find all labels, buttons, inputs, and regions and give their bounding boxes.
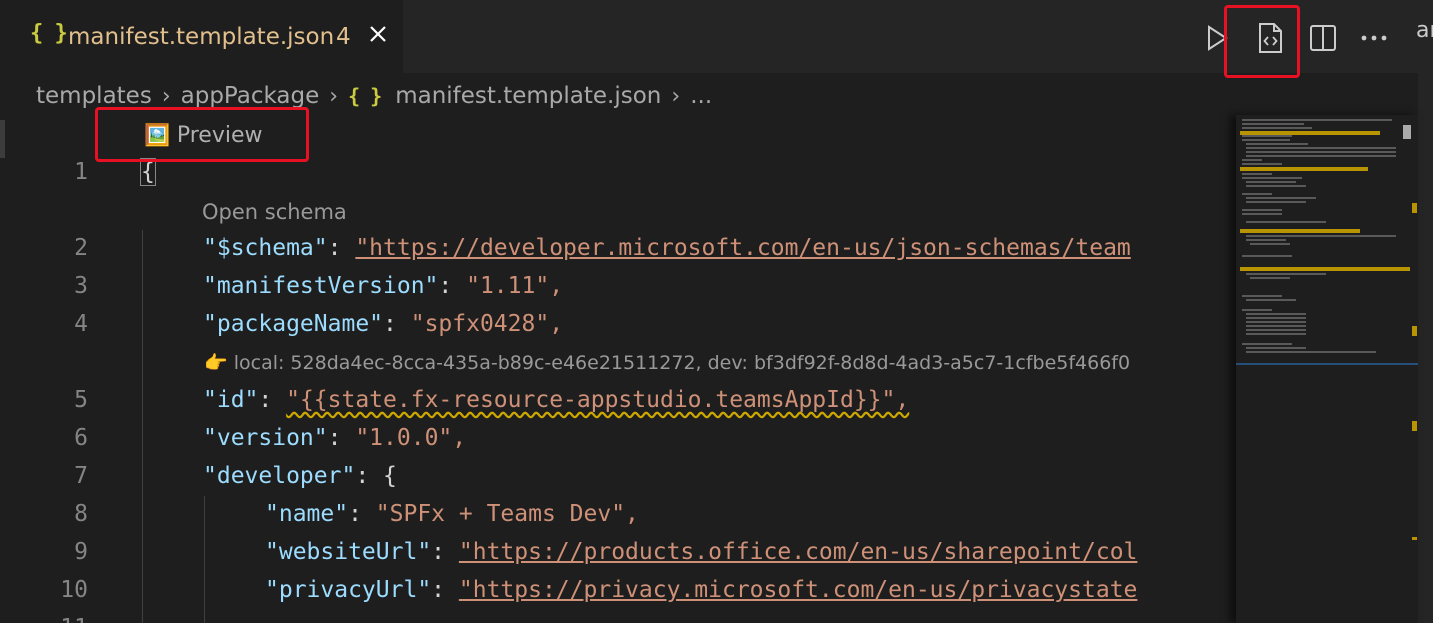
line-number: 5 [74, 387, 88, 413]
json-file-icon: { } [348, 84, 382, 108]
minimap-viewport-line [1236, 363, 1418, 365]
adjacent-panel-edge: an [1416, 0, 1433, 623]
open-brace: { [140, 158, 156, 186]
json-key: "name" [265, 501, 349, 527]
json-string-warning: "{{state.fx-resource-appstudio.teamsAppI… [286, 387, 910, 413]
json-key: "developer" [203, 463, 356, 489]
code-line: 7 "developer": { [0, 459, 1236, 497]
line-number: 6 [74, 425, 88, 451]
split-editor-icon[interactable] [1305, 20, 1341, 56]
minimap-warning-marker [1412, 421, 1417, 431]
tab-manifest-template-json[interactable]: { } manifest.template.json 4 [0, 0, 403, 73]
breadcrumb-item-templates[interactable]: templates [36, 83, 152, 109]
json-string: "spfx0428", [410, 311, 564, 337]
code-line: 10 "privacyUrl": "https://privacy.micros… [0, 573, 1236, 611]
tab-bar: { } manifest.template.json 4 [0, 0, 1433, 73]
line-number: 7 [74, 463, 88, 489]
json-key: "$schema" [203, 235, 328, 261]
line-number: 1 [74, 159, 88, 185]
more-actions-icon[interactable] [1356, 20, 1392, 56]
open-brace: { [383, 463, 397, 489]
json-key: "packageName" [203, 311, 384, 337]
problems-count-badge: 4 [336, 24, 351, 50]
code-line: 4 "packageName": "spfx0428", [0, 307, 1236, 345]
chevron-right-icon: › [329, 83, 339, 109]
json-string: "1.0.0", [355, 425, 467, 451]
chevron-right-icon: › [161, 83, 171, 109]
code-line: 3 "manifestVersion": "1.11", [0, 269, 1236, 307]
json-string-link[interactable]: "https://products.office.com/en-us/share… [459, 539, 1138, 565]
highlight-box-preview-button [1224, 5, 1300, 78]
breadcrumb-item-more[interactable]: ... [690, 83, 712, 109]
tab-title: manifest.template.json [68, 24, 335, 50]
state-values-codelens[interactable]: 👉 local: 528da4ec-8cca-435a-b89c-e46e215… [204, 351, 1130, 374]
line-number: 4 [74, 311, 88, 337]
code-line: 9 "websiteUrl": "https://products.office… [0, 535, 1236, 573]
state-values-text: local: 528da4ec-8cca-435a-b89c-e46e21511… [233, 352, 1131, 374]
line-number: 3 [74, 273, 88, 299]
code-line: 11 [0, 611, 1236, 623]
line-number: 2 [74, 235, 88, 261]
line-number: 9 [74, 539, 88, 565]
code-editor[interactable]: 🖼️ Preview 1 { Open schema 2 "$schema": … [0, 115, 1236, 623]
json-key: "manifestVersion" [203, 273, 439, 299]
close-icon[interactable] [362, 18, 394, 50]
json-file-icon: { } [30, 21, 68, 46]
minimap-scroll-thumb[interactable] [1403, 125, 1411, 139]
breadcrumb-item-apppackage[interactable]: appPackage [181, 83, 320, 109]
json-key: "privacyUrl" [265, 577, 432, 603]
json-string: "SPFx + Teams Dev", [375, 501, 639, 527]
code-line: 8 "name": "SPFx + Teams Dev", [0, 497, 1236, 535]
open-schema-codelens[interactable]: Open schema [202, 200, 347, 224]
json-string-link[interactable]: "https://privacy.microsoft.com/en-us/pri… [459, 577, 1138, 603]
pointing-hand-icon: 👉 [204, 352, 228, 374]
chevron-right-icon: › [671, 83, 681, 109]
code-line: 2 "$schema": "https://developer.microsof… [0, 231, 1236, 269]
code-line: 6 "version": "1.0.0", [0, 421, 1236, 459]
breadcrumb-item-file[interactable]: manifest.template.json [395, 83, 661, 109]
gutter-marker [0, 120, 5, 158]
minimap-warning-marker [1412, 537, 1417, 540]
line-number: 8 [74, 501, 88, 527]
minimap[interactable] [1236, 115, 1418, 623]
json-key: "version" [203, 425, 328, 451]
json-key: "websiteUrl" [265, 539, 432, 565]
minimap-warning-marker [1412, 326, 1417, 336]
highlight-box-preview-codelens [95, 107, 309, 162]
json-string-link[interactable]: "https://developer.microsoft.com/en-us/j… [355, 235, 1130, 261]
json-string: "1.11", [466, 273, 564, 299]
code-line: 5 "id": "{{state.fx-resource-appstudio.t… [0, 383, 1236, 421]
json-key: "id" [203, 387, 259, 413]
line-number: 11 [28, 615, 88, 623]
minimap-warning-marker [1412, 203, 1417, 213]
line-number: 10 [60, 577, 88, 603]
